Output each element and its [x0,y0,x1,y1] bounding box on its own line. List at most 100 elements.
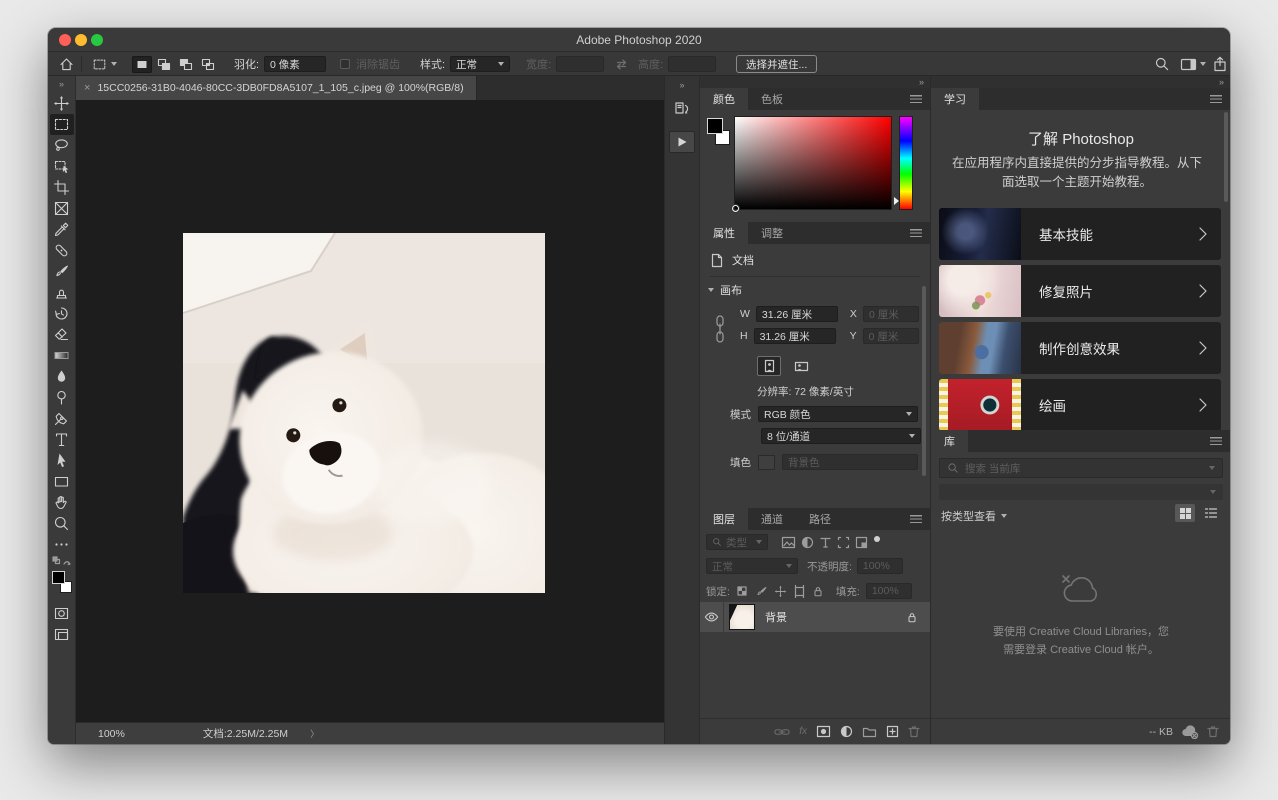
path-selection-tool[interactable] [50,450,74,471]
properties-scrollbar[interactable] [922,286,926,476]
learn-card-retouch-photos[interactable]: 修复照片 [939,265,1221,317]
color-field-marker[interactable] [732,205,739,212]
lock-artboard-icon[interactable] [793,585,806,598]
lasso-tool[interactable] [50,135,74,156]
delete-layer-trash-icon[interactable] [908,725,920,738]
link-dimensions-button[interactable] [714,314,726,344]
crop-tool[interactable] [50,177,74,198]
layer-filter-dropdown[interactable]: 类型 [706,534,768,550]
link-layers-icon[interactable] [774,727,790,737]
panel-menu-icon[interactable] [1210,95,1222,103]
collapse-group-icon[interactable]: » [1219,77,1224,87]
layer-thumbnail[interactable] [729,604,755,630]
tab-color[interactable]: 颜色 [700,88,748,110]
tab-swatches[interactable]: 色板 [748,88,796,110]
foreground-background-swatches[interactable] [51,571,73,595]
toolbar-collapse-button[interactable]: » [59,79,64,93]
opacity-dropdown[interactable]: 100% [857,558,903,574]
rectangular-marquee-tool[interactable] [50,114,74,135]
tab-layers[interactable]: 图层 [700,508,748,530]
learn-card-painting[interactable]: 绘画 [939,379,1221,431]
swap-colors-button[interactable] [50,555,74,569]
type-tool[interactable] [50,429,74,450]
canvas[interactable] [76,100,664,722]
learn-scrollbar[interactable] [1224,112,1228,202]
filter-adjustment-layers-icon[interactable] [801,536,814,549]
layer-style-fx-button[interactable]: fx [799,726,807,737]
new-group-folder-icon[interactable] [862,726,877,738]
tab-learn[interactable]: 学习 [931,88,979,110]
library-search-input[interactable]: 搜索 当前库 [939,458,1223,478]
filter-shape-layers-icon[interactable] [837,536,850,549]
eyedropper-tool[interactable] [50,219,74,240]
delete-library-trash-icon[interactable] [1207,725,1219,738]
lock-all-icon[interactable] [812,585,824,598]
layer-fill-dropdown[interactable]: 100% [866,583,912,599]
add-adjustment-icon[interactable] [840,725,853,738]
canvas-height-input[interactable]: 31.26 厘米 [754,328,836,344]
lock-transparency-icon[interactable] [736,585,749,598]
document-tab[interactable]: × 15CC0256-31B0-4046-80CC-3DB0FD8A5107_1… [76,76,477,100]
color-mode-dropdown[interactable]: RGB 颜色 [758,406,918,422]
layer-name[interactable]: 背景 [765,609,787,625]
panel-menu-icon[interactable] [1210,437,1222,445]
lock-position-icon[interactable] [774,585,787,598]
panel-menu-icon[interactable] [910,95,922,103]
history-brush-tool[interactable] [50,303,74,324]
dodge-tool[interactable] [50,387,74,408]
tab-paths[interactable]: 路径 [796,508,844,530]
edit-toolbar-button[interactable] [50,534,74,555]
tab-libraries[interactable]: 库 [931,430,968,452]
quick-mask-mode-button[interactable] [50,603,74,624]
canvas-width-input[interactable]: 31.26 厘米 [756,306,838,322]
tab-channels[interactable]: 通道 [748,508,796,530]
clone-stamp-tool[interactable] [50,282,74,303]
tab-properties[interactable]: 属性 [700,222,748,244]
spot-healing-brush-tool[interactable] [50,240,74,261]
close-tab-icon[interactable]: × [84,82,90,94]
filter-pixel-layers-icon[interactable] [781,536,796,549]
hand-tool[interactable] [50,492,74,513]
foreground-color-swatch[interactable] [52,571,65,584]
saturation-brightness-field[interactable] [734,116,892,210]
workspace-switcher[interactable] [1180,52,1206,76]
lock-pixels-brush-icon[interactable] [755,585,768,598]
section-collapse-icon[interactable] [708,288,714,292]
blend-mode-dropdown[interactable]: 正常 [706,558,798,574]
selection-mode-subtract-button[interactable] [176,56,196,73]
hue-slider-marker[interactable] [894,197,899,205]
list-view-button[interactable] [1201,504,1221,522]
history-panel-button[interactable] [673,100,691,123]
tool-preset-picker[interactable] [92,52,117,76]
panel-menu-icon[interactable] [910,229,922,237]
tab-adjustments[interactable]: 调整 [748,222,796,244]
selection-mode-add-button[interactable] [154,56,174,73]
share-button[interactable] [1212,52,1228,76]
move-tool[interactable] [50,93,74,114]
layer-visibility-toggle[interactable] [700,602,724,632]
home-button[interactable] [58,52,75,76]
filter-type-layers-icon[interactable] [819,536,832,549]
orientation-landscape-button[interactable] [789,356,813,376]
bit-depth-dropdown[interactable]: 8 位/通道 [761,428,921,444]
layer-row-background[interactable]: 背景 [700,602,930,632]
gradient-tool[interactable] [50,345,74,366]
frame-tool[interactable] [50,198,74,219]
select-and-mask-button[interactable]: 选择并遮住... [736,55,817,73]
grid-view-button[interactable] [1175,504,1195,522]
eraser-tool[interactable] [50,324,74,345]
foreground-color-swatch[interactable] [707,118,723,134]
new-layer-icon[interactable] [886,725,899,738]
screen-mode-button[interactable] [50,624,74,645]
search-button[interactable] [1154,52,1170,76]
expand-panels-button[interactable]: » [679,80,684,90]
library-select-dropdown[interactable] [939,484,1223,500]
zoom-tool[interactable] [50,513,74,534]
style-dropdown[interactable]: 正常 [450,56,510,72]
brush-tool[interactable] [50,261,74,282]
pen-tool[interactable] [50,408,74,429]
selection-mode-intersect-button[interactable] [198,56,218,73]
shape-tool[interactable] [50,471,74,492]
learn-card-basic-skills[interactable]: 基本技能 [939,208,1221,260]
filter-toggle-dot[interactable] [873,535,881,543]
